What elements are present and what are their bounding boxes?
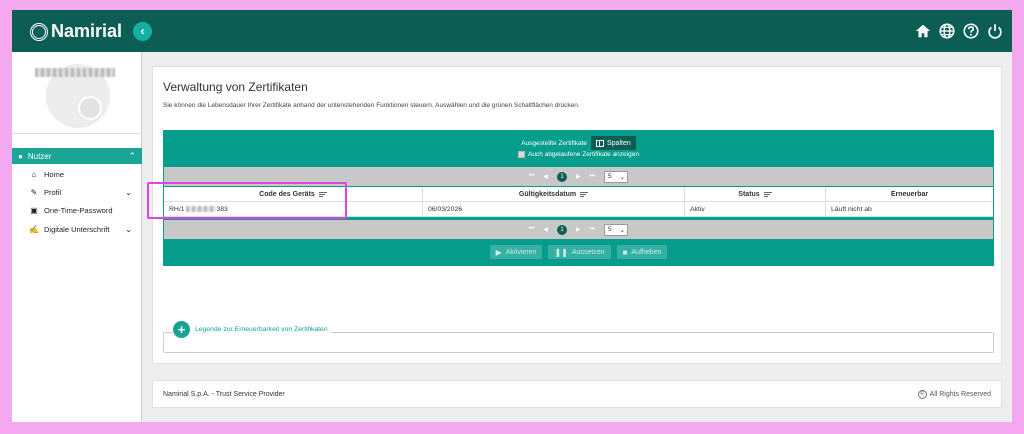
top-icons: [914, 22, 1004, 40]
columns-button-label: Spalten: [607, 139, 631, 147]
sidebar: ● Nutzer ⌃ ⌂ Home ✎ Profil ⌄ ▣ One-Time-…: [12, 52, 142, 422]
sidebar-item-otp[interactable]: ▣ One-Time-Password: [12, 201, 142, 219]
header-status[interactable]: Status: [685, 187, 826, 201]
home-icon: ⌂: [31, 169, 37, 179]
show-expired-label: Auch abgelaufene Zertifikate anzeigen: [528, 151, 639, 158]
highlight-annotation: [147, 182, 347, 219]
first-page-icon[interactable]: ⏮: [529, 173, 534, 180]
action-buttons: ▶ Aktivieren ❚❚ Aussetzen ■ Aufheben: [163, 245, 994, 259]
power-icon[interactable]: [986, 22, 1004, 40]
sidebar-section-label: Nutzer: [27, 151, 52, 161]
page-size-select[interactable]: 5 ⌄: [604, 170, 629, 183]
header-valid-until[interactable]: Gültigkeitsdatum: [423, 187, 685, 201]
columns-button[interactable]: Spalten: [591, 136, 636, 150]
sidebar-item-label: Digitale Unterschrift: [44, 224, 110, 234]
top-bar: Namirial ‹: [12, 10, 1012, 52]
footer: Namirial S.p.A. - Trust Service Provider…: [152, 380, 1002, 408]
brand-name: Namirial: [51, 21, 123, 41]
edit-icon: ✍: [29, 224, 39, 234]
lock-icon: ▣: [30, 205, 38, 215]
revoke-label: Aufheben: [631, 248, 662, 256]
prev-page-icon[interactable]: ◀: [543, 173, 548, 180]
chevron-up-icon: ⌃: [128, 150, 136, 161]
sidebar-section-nutzer[interactable]: ● Nutzer ⌃: [12, 148, 142, 164]
activate-button[interactable]: ▶ Aktivieren: [489, 245, 543, 259]
sidebar-item-label: One-Time-Password: [44, 205, 113, 215]
sidebar-item-home[interactable]: ⌂ Home: [12, 165, 142, 183]
current-page[interactable]: 1: [557, 224, 567, 235]
user-name-redacted: [35, 68, 115, 77]
sidebar-item-label: Profil: [44, 187, 62, 197]
avatar-badge: [78, 96, 102, 120]
pause-icon: ❚❚: [554, 247, 568, 257]
home-icon[interactable]: [914, 22, 932, 40]
suspend-label: Aussetzen: [571, 248, 605, 256]
current-page[interactable]: 1: [557, 171, 567, 182]
cell-renewable: Läuft nicht ab: [831, 205, 872, 213]
logo-icon: [30, 22, 48, 41]
next-page-icon[interactable]: ▶: [576, 173, 581, 180]
chevron-down-icon: ⌄: [125, 224, 132, 234]
last-page-icon[interactable]: ⏭: [590, 173, 595, 180]
header-label: Gültigkeitsdatum: [518, 190, 577, 198]
collapse-sidebar-button[interactable]: ‹: [133, 22, 152, 41]
prev-page-icon[interactable]: ◀: [543, 226, 548, 233]
pagination-bottom: ⏮ ◀ 1 ▶ ⏭ 5 ⌄: [164, 220, 993, 239]
page-size-value: 5: [608, 173, 612, 180]
header-renewable: Erneuerbar: [826, 187, 993, 201]
stop-icon: ■: [622, 247, 628, 257]
page-description: Sie können die Lebensdauer Ihrer Zertifi…: [163, 102, 580, 109]
last-page-icon[interactable]: ⏭: [590, 226, 595, 233]
table-caption: Ausgestellte Zertifikate Spalten: [163, 136, 994, 150]
sort-icon: [580, 191, 589, 198]
show-expired-checkbox[interactable]: [518, 151, 526, 158]
page-size-value: 5: [608, 226, 612, 233]
copyright-icon: ©: [917, 390, 927, 399]
globe-icon[interactable]: [938, 22, 956, 40]
chevron-down-icon: ⌄: [619, 226, 626, 234]
header-label: Erneuerbar: [890, 190, 929, 198]
page-size-select[interactable]: 5 ⌄: [604, 223, 629, 236]
sidebar-item-digitale-unterschrift[interactable]: ✍ Digitale Unterschrift ⌄: [12, 220, 142, 238]
table-caption-label: Ausgestellte Zertifikate: [521, 139, 587, 147]
activate-label: Aktivieren: [505, 248, 537, 256]
user-icon: ●: [18, 151, 23, 161]
sort-icon: [763, 191, 772, 198]
wrench-icon: ✎: [30, 187, 38, 197]
user-avatar-area: [12, 52, 141, 134]
play-icon: ▶: [495, 247, 502, 257]
chevron-down-icon: ⌄: [125, 187, 132, 197]
columns-icon: [596, 139, 604, 147]
show-expired-row: Auch abgelaufene Zertifikate anzeigen: [163, 151, 994, 158]
cell-status: Aktiv: [685, 202, 826, 216]
footer-rights: © All Rights Reserved: [917, 390, 991, 399]
footer-company: Namirial S.p.A. - Trust Service Provider: [163, 391, 285, 398]
footer-rights-label: All Rights Reserved: [929, 391, 991, 398]
first-page-icon[interactable]: ⏮: [529, 226, 534, 233]
cell-valid-until: 06/03/2026: [423, 202, 685, 216]
chevron-down-icon: ⌄: [619, 173, 626, 181]
header-label: Status: [738, 190, 760, 198]
plus-icon[interactable]: +: [173, 321, 190, 338]
next-page-icon[interactable]: ▶: [576, 226, 581, 233]
suspend-button[interactable]: ❚❚ Aussetzen: [548, 245, 611, 259]
brand-logo[interactable]: Namirial: [30, 21, 122, 42]
sidebar-item-label: Home: [44, 169, 65, 179]
page-title: Verwaltung von Zertifikaten: [163, 80, 308, 94]
legend-toggle[interactable]: + Legende zur Erneuerbarkeit von Zertifi…: [173, 321, 331, 338]
sidebar-item-profil[interactable]: ✎ Profil ⌄: [12, 183, 142, 201]
help-icon[interactable]: [962, 22, 980, 40]
revoke-button[interactable]: ■ Aufheben: [616, 245, 668, 259]
legend-link[interactable]: Legende zur Erneuerbarkeit von Zertifika…: [195, 326, 328, 333]
